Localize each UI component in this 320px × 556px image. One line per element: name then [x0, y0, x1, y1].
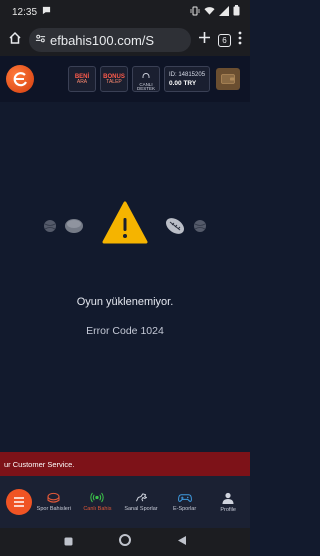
status-left: 12:35: [12, 6, 51, 18]
football-icon: [165, 218, 185, 234]
status-bar: 12:35: [0, 0, 250, 24]
nav-item-profile[interactable]: Profile: [206, 476, 250, 528]
nav-label-virtual-sports: Sanal Sporlar: [124, 506, 158, 512]
address-bar[interactable]: efbahis100.com/S: [29, 28, 191, 52]
back-icon[interactable]: [177, 533, 187, 551]
signal-icon: [219, 3, 229, 21]
warning-icon: [102, 201, 148, 244]
wifi-icon: [204, 3, 215, 21]
nav-item-virtual-sports[interactable]: Sanal Sporlar: [119, 476, 163, 528]
battery-icon: [233, 3, 240, 21]
error-message: Oyun yüklenemiyor.: [76, 296, 174, 308]
marquee-text: ur Customer Service.: [4, 459, 75, 469]
system-navigation-bar: [0, 528, 250, 556]
support-label-2: DESTEK: [136, 86, 155, 91]
ball-icon-left: [44, 220, 56, 232]
nav-label-esports: E-Sporlar: [172, 506, 197, 512]
error-code: Error Code 1024: [86, 325, 164, 337]
gamepad-icon: [177, 494, 192, 502]
nav-label-sports-betting: Spor Bahisleri: [36, 506, 71, 512]
bottom-navigation: Spor Bahisleri Canlı Bahis Sanal Sporlar…: [0, 476, 250, 528]
nav-item-esports[interactable]: E-Sporlar: [163, 476, 207, 528]
nav-label-live-betting: Canlı Bahis: [83, 506, 112, 512]
site-settings-icon[interactable]: [35, 31, 46, 49]
nav-item-live-betting[interactable]: Canlı Bahis: [76, 476, 120, 528]
new-tab-icon[interactable]: [198, 31, 211, 49]
account-balance: 0.00 TRY: [169, 79, 197, 87]
browser-toolbar: efbahis100.com/S 6: [0, 24, 250, 56]
announcement-marquee: ur Customer Service.: [0, 452, 250, 476]
account-info[interactable]: ID: 14815205 0.00 TRY: [164, 66, 210, 92]
menu-button[interactable]: [6, 489, 32, 515]
menu-icon: [14, 497, 24, 507]
more-options-icon[interactable]: [238, 31, 242, 50]
live-support-button[interactable]: CANLI DESTEK: [132, 66, 160, 92]
bonus-request-button[interactable]: BONUS TALEP: [100, 66, 128, 92]
bonus-label-2: TALEP: [106, 78, 122, 85]
account-id: ID: 14815205: [169, 71, 206, 78]
user-icon: [222, 492, 234, 504]
stadium-icon: [47, 492, 60, 503]
call-me-label-2: ARA: [76, 78, 88, 85]
game-container: Oyun yüklenemiyor. Error Code 1024: [0, 102, 250, 452]
home-icon[interactable]: [8, 31, 22, 50]
site-logo[interactable]: [6, 65, 34, 93]
vibrate-icon: [190, 3, 200, 21]
url-text: efbahis100.com/S: [50, 32, 155, 48]
horse-icon: [135, 493, 147, 502]
nav-label-profile: Profile: [220, 506, 236, 513]
site-header: BENİ ARA BONUS TALEP CANLI DESTEK ID: 14…: [0, 56, 250, 102]
live-broadcast-icon: [90, 492, 105, 503]
tab-switcher-button[interactable]: 6: [218, 33, 231, 47]
call-me-button[interactable]: BENİ ARA: [68, 66, 96, 92]
header-button-group: BENİ ARA BONUS TALEP CANLI DESTEK: [68, 66, 160, 92]
status-time: 12:35: [12, 6, 38, 18]
headset-icon: [142, 67, 150, 83]
wallet-icon: [221, 74, 235, 84]
ball-icon-right: [194, 220, 206, 232]
error-illustration: [0, 200, 250, 250]
wallet-button[interactable]: [216, 68, 240, 90]
recents-icon[interactable]: [64, 533, 73, 551]
home-nav-icon[interactable]: [118, 533, 131, 551]
nav-item-sports-betting[interactable]: Spor Bahisleri: [32, 476, 76, 528]
puck-icon: [65, 219, 83, 233]
chat-notification-icon: [42, 6, 51, 18]
status-right: [190, 3, 240, 21]
